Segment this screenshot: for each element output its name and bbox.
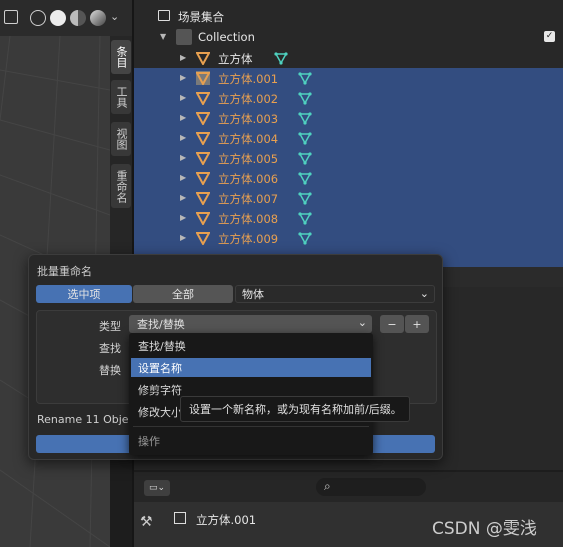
mesh-object-icon	[196, 192, 210, 205]
mesh-data-icon[interactable]	[298, 231, 312, 245]
mesh-object-icon	[196, 71, 210, 85]
outliner-object-row[interactable]: ▶ 立方体.002	[134, 88, 563, 108]
outliner-object-row[interactable]: ▶ 立方体	[134, 48, 563, 68]
object-name-label: 立方体.001	[218, 72, 279, 86]
outliner-object-row[interactable]: ▶ 立方体.001	[134, 68, 563, 88]
mesh-object-icon	[196, 92, 210, 105]
scope-all-button[interactable]: 全部	[133, 285, 233, 303]
material-shading-icon[interactable]	[70, 10, 86, 26]
chevron-down-icon: ⌄	[357, 316, 367, 329]
mesh-data-icon[interactable]	[298, 131, 312, 145]
viewport-header: ⌄	[0, 0, 133, 36]
outliner-object-row[interactable]: ▶ 立方体.006	[134, 168, 563, 188]
expand-triangle-icon[interactable]: ▶	[180, 133, 186, 142]
expand-triangle-icon[interactable]: ▶	[180, 53, 186, 62]
object-name-label: 立方体.002	[218, 92, 279, 106]
expand-triangle-icon[interactable]: ▶	[180, 73, 186, 82]
tab-tool[interactable]: 工具	[111, 80, 131, 114]
active-object-name: 立方体.001	[196, 513, 257, 527]
mesh-object-icon	[196, 172, 210, 185]
chevron-down-icon: ⌄	[419, 287, 429, 300]
wrench-icon[interactable]: ⚒	[140, 514, 153, 530]
expand-triangle-icon[interactable]: ▶	[180, 173, 186, 182]
mesh-object-icon	[196, 152, 210, 165]
editor-type-icon[interactable]: ▭⌄	[144, 480, 170, 496]
expand-triangle-icon[interactable]: ▶	[180, 153, 186, 162]
mesh-data-icon[interactable]	[298, 91, 312, 105]
replace-label: 替换	[99, 364, 121, 377]
dialog-title: 批量重命名	[37, 265, 92, 278]
cube-select-icon[interactable]	[4, 10, 18, 24]
tab-rename[interactable]: 重命名	[111, 164, 131, 208]
mesh-object-icon	[196, 212, 210, 225]
action-type-menu: 查找/替换 设置名称 修剪字符 修改大小写 操作	[129, 333, 373, 455]
expand-triangle-icon[interactable]: ▶	[180, 213, 186, 222]
find-label: 查找	[99, 342, 121, 355]
outliner-object-row[interactable]: ▶ 立方体.007	[134, 188, 563, 208]
scene-collection-icon	[158, 10, 170, 21]
object-name-label: 立方体.006	[218, 172, 279, 186]
object-name-label: 立方体.007	[218, 192, 279, 206]
outliner-object-row[interactable]: ▶ 立方体.009	[134, 228, 563, 248]
mesh-object-icon	[196, 232, 210, 245]
add-action-button[interactable]: +	[405, 315, 429, 333]
expand-triangle-icon[interactable]: ▶	[180, 193, 186, 202]
collapse-triangle-icon[interactable]: ▼	[160, 32, 166, 41]
object-name-label: 立方体.004	[218, 132, 279, 146]
object-icon	[174, 512, 186, 524]
mesh-data-icon[interactable]	[298, 211, 312, 225]
object-name-label: 立方体.003	[218, 112, 279, 126]
remove-action-button[interactable]: −	[380, 315, 404, 333]
mesh-object-icon	[196, 112, 210, 125]
mesh-object-icon	[196, 52, 210, 65]
outliner-object-row[interactable]: ▶ 立方体.005	[134, 148, 563, 168]
type-label: 类型	[99, 320, 121, 333]
action-type-select[interactable]: 查找/替换 ⌄	[129, 315, 372, 333]
outliner-object-row[interactable]: ▶ 立方体.008	[134, 208, 563, 228]
object-name-label: 立方体.009	[218, 232, 279, 246]
mesh-data-icon[interactable]	[298, 71, 312, 85]
tooltip: 设置一个新名称，或为现有名称加前/后缀。	[180, 396, 410, 422]
object-name-label: 立方体.005	[218, 152, 279, 166]
expand-triangle-icon[interactable]: ▶	[180, 233, 186, 242]
mesh-object-icon	[196, 132, 210, 145]
tab-item[interactable]: 条目	[111, 40, 131, 74]
mesh-data-icon[interactable]	[274, 51, 288, 65]
tab-view[interactable]: 视图	[111, 122, 131, 156]
sidebar-tabs: 条目 工具 视图 重命名	[110, 36, 132, 256]
data-type-select[interactable]: 物体 ⌄	[235, 285, 435, 303]
scope-selected-button[interactable]: 选中项	[36, 285, 132, 303]
wireframe-shading-icon[interactable]	[30, 10, 46, 26]
outliner-object-row[interactable]: ▶ 立方体.004	[134, 128, 563, 148]
search-icon: ⌕	[324, 479, 331, 493]
outliner-object-row[interactable]: ▶ 立方体.003	[134, 108, 563, 128]
expand-triangle-icon[interactable]: ▶	[180, 93, 186, 102]
scene-collection-label: 场景集合	[178, 10, 224, 24]
solid-shading-icon[interactable]	[50, 10, 66, 26]
mesh-data-icon[interactable]	[298, 171, 312, 185]
rendered-shading-icon[interactable]	[90, 10, 106, 26]
menu-item-find-replace[interactable]: 查找/替换	[131, 336, 371, 355]
collection-label: Collection	[198, 30, 255, 44]
menu-separator	[133, 426, 369, 427]
mesh-data-icon[interactable]	[298, 151, 312, 165]
properties-header: ▭⌄ ⌕	[134, 472, 563, 502]
exclude-checkbox[interactable]: ✓	[544, 31, 555, 42]
object-name-label: 立方体.008	[218, 212, 279, 226]
scene-collection-row[interactable]: 场景集合	[134, 6, 563, 26]
menu-section-label: 操作	[138, 435, 160, 448]
chevron-down-icon[interactable]: ⌄	[110, 10, 119, 23]
object-name-label: 立方体	[218, 52, 253, 66]
expand-triangle-icon[interactable]: ▶	[180, 113, 186, 122]
mesh-data-icon[interactable]	[298, 111, 312, 125]
search-input[interactable]	[316, 478, 426, 496]
collection-row[interactable]: ▼ Collection ✓	[134, 27, 563, 47]
collection-icon	[176, 29, 192, 45]
mesh-data-icon[interactable]	[298, 191, 312, 205]
menu-item-set-name[interactable]: 设置名称	[131, 358, 371, 377]
watermark: CSDN @雯浅	[432, 519, 537, 539]
